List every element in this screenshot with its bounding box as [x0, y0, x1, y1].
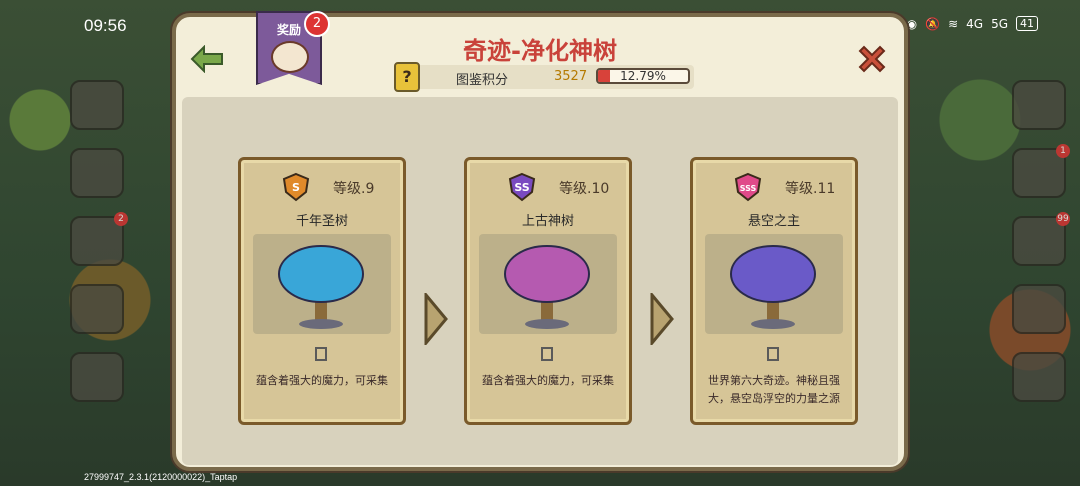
side-button-more[interactable]: [70, 352, 124, 402]
wonder-dialog: 奇迹-净化神树 奖励 2 ? 图鉴积分 3527 12.79% S 等级.9 千…: [172, 11, 908, 471]
signal-4g-label: 4G: [966, 16, 984, 31]
back-arrow-icon[interactable]: [190, 45, 224, 73]
mute-icon: 🔕: [925, 16, 941, 31]
tree-name: 千年圣树: [295, 214, 348, 229]
wifi-icon: ≋: [948, 16, 959, 31]
side-button-gift[interactable]: 1: [1012, 144, 1070, 198]
tree-description: 蕴含着强大的魔力，可采集: [482, 374, 614, 387]
rune-icon: [315, 347, 327, 361]
rune-icon: [541, 347, 553, 361]
tree-level: 等级.10: [559, 181, 610, 197]
tree-evolution-area: S 等级.9 千年圣树 蕴含着强大的魔力，可采集 SS 等级.10 上古神树 蕴…: [182, 97, 898, 465]
evolution-arrow-icon: [424, 293, 448, 345]
side-button-egg[interactable]: 99: [1012, 212, 1070, 266]
tree-icon: [730, 245, 816, 329]
close-icon[interactable]: [854, 41, 890, 77]
eye-icon: ◉: [906, 16, 918, 31]
tree-name: 悬空之主: [747, 214, 800, 229]
side-button-hero[interactable]: [70, 148, 124, 198]
side-button-chat[interactable]: [70, 284, 124, 334]
signal-5g-label: 5G: [991, 16, 1008, 31]
tree-level: 等级.11: [785, 181, 836, 197]
score-value: 3527: [554, 69, 588, 84]
rank-text: SS: [514, 181, 529, 194]
right-side-menu: 1 99: [1012, 80, 1070, 420]
notification-badge: 99: [1056, 212, 1070, 226]
side-button-shop[interactable]: [1012, 284, 1066, 334]
notification-badge: 2: [114, 212, 128, 226]
rank-shield-icon: SS: [508, 172, 536, 202]
rank-text: SSS: [740, 184, 757, 193]
status-time: 09:56: [84, 16, 127, 35]
side-button-chest[interactable]: [1012, 352, 1066, 402]
status-icons: ◉ 🔕 ≋ 4G 5G 41: [907, 16, 1038, 31]
side-button-book[interactable]: 2: [70, 212, 128, 266]
owl-mascot-icon: [271, 41, 309, 73]
collection-score-bar: ? 图鉴积分 3527 12.79%: [394, 62, 694, 92]
rank-shield-icon: S: [282, 172, 310, 202]
build-version-text: 27999747_2.3.1(2120000022)_Taptap: [84, 472, 238, 482]
tree-icon: [504, 245, 590, 329]
tree-description: 蕴含着强大的魔力，可采集: [256, 374, 388, 387]
tree-card[interactable]: S 等级.9 千年圣树 蕴含着强大的魔力，可采集: [238, 157, 406, 425]
rank-text: S: [292, 181, 300, 194]
evolution-arrow-icon: [650, 293, 674, 345]
battery-indicator: 41: [1016, 16, 1038, 31]
tree-level: 等级.9: [333, 181, 375, 197]
progress-text: 12.79%: [620, 69, 666, 83]
side-button-star[interactable]: [70, 80, 124, 130]
score-label: 图鉴积分: [456, 73, 509, 88]
question-icon[interactable]: ?: [394, 62, 420, 92]
side-button-quest[interactable]: [1012, 80, 1066, 130]
tree-card[interactable]: SS 等级.10 上古神树 蕴含着强大的魔力，可采集: [464, 157, 632, 425]
tree-card[interactable]: SSS 等级.11 悬空之主 世界第六大奇迹。神秘且强大，悬空岛浮空的力量之源: [690, 157, 858, 425]
tree-illustration: [705, 234, 843, 334]
tree-illustration: [479, 234, 617, 334]
tree-name: 上古神树: [521, 214, 574, 229]
notification-badge: 1: [1056, 144, 1070, 158]
reward-count-badge: 2: [304, 11, 330, 37]
tree-description: 世界第六大奇迹。神秘且强大，悬空岛浮空的力量之源: [708, 374, 840, 405]
tree-icon: [278, 245, 364, 329]
tree-illustration: [253, 234, 391, 334]
rank-shield-icon: SSS: [734, 172, 762, 202]
score-progress: 12.79%: [596, 68, 690, 84]
rune-icon: [767, 347, 779, 361]
left-side-menu: 2: [70, 80, 128, 420]
